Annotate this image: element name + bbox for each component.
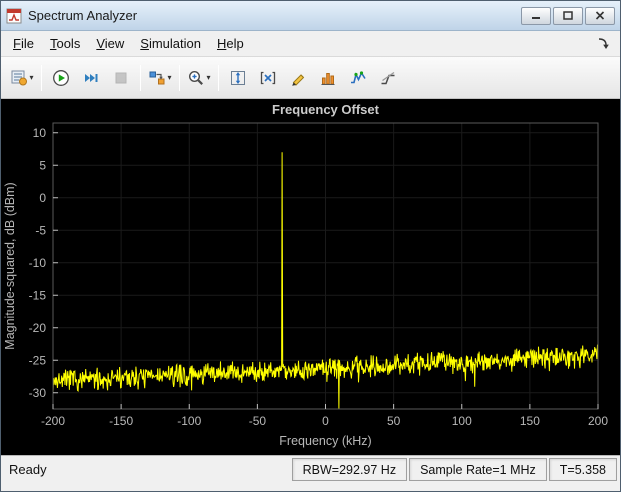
rbw-status: RBW=292.97 Hz [291,458,408,481]
distortion-measurements-button[interactable] [344,64,372,92]
window-frame-bottom [1,483,620,491]
svg-text:Frequency Offset: Frequency Offset [272,102,380,117]
stop-button[interactable] [107,64,135,92]
svg-text:5: 5 [39,158,46,172]
svg-text:0: 0 [322,414,329,428]
spectrum-plot[interactable]: -200 -150 -100 -50 0 50 100 150 2001050-5-10-15-… [1,99,620,455]
maximize-button[interactable] [553,6,583,25]
app-icon [6,8,22,23]
stop-icon [115,72,127,83]
time-status: T=5.358 [548,458,617,481]
dock-arrow-icon [598,38,609,49]
configuration-properties-icon [11,70,28,85]
toolbar: ▾ ▾ ▾ [1,57,620,99]
status-ready: Ready [9,462,47,477]
svg-text:-15: -15 [29,288,47,302]
zoom-button[interactable]: ▾ [185,64,213,92]
dropdown-arrow-icon: ▾ [167,73,172,82]
zoom-icon [189,70,204,85]
svg-text:50: 50 [387,414,401,428]
svg-text:-50: -50 [249,414,267,428]
svg-text:-20: -20 [29,321,47,335]
window-title: Spectrum Analyzer [28,8,138,23]
simulation-settings-icon [149,71,165,84]
run-button[interactable] [47,64,75,92]
signal-statistics-button[interactable] [284,64,312,92]
svg-text:-25: -25 [29,353,47,367]
svg-text:-5: -5 [35,223,46,237]
svg-text:150: 150 [520,414,540,428]
sample-rate-status: Sample Rate=1 MHz [409,458,547,481]
signal-statistics-icon [292,73,305,86]
menu-item-help[interactable]: Help [209,32,252,55]
run-icon [53,69,69,86]
svg-text:-100: -100 [177,414,201,428]
status-bar: Ready RBW=292.97 Hz Sample Rate=1 MHz T=… [1,455,620,483]
dropdown-arrow-icon: ▾ [206,73,211,82]
toolbar-separator [179,64,180,91]
step-forward-button[interactable] [77,64,105,92]
window-controls [519,6,615,25]
minimize-icon [532,17,540,19]
cursor-measurements-button[interactable] [254,64,282,92]
peak-finder-icon [321,72,335,85]
svg-text:-150: -150 [109,414,133,428]
svg-text:-200: -200 [41,414,65,428]
close-button[interactable] [585,6,615,25]
scale-axes-button[interactable] [224,64,252,92]
peak-finder-button[interactable] [314,64,342,92]
plot-area[interactable]: -200 -150 -100 -50 0 50 100 150 200 10 5 0 -5 -10 -15-… [1,99,620,455]
svg-text:-10: -10 [29,256,47,270]
close-icon [595,11,605,20]
menu-item-file[interactable]: File [5,32,42,55]
svg-text:Magnitude-squared, dB (dBm): Magnitude-squared, dB (dBm) [3,182,17,349]
cursor-measurements-icon [260,71,276,84]
svg-text:0: 0 [39,191,46,205]
dock-button[interactable] [594,34,616,53]
menu-bar: File Tools View Simulation Help [1,31,620,57]
menu-item-view[interactable]: View [88,32,132,55]
menu-item-simulation[interactable]: Simulation [132,32,209,55]
configuration-properties-button[interactable]: ▾ [8,64,36,92]
svg-text:100: 100 [452,414,472,428]
spectral-mask-button[interactable] [374,64,402,92]
simulation-settings-button[interactable]: ▾ [146,64,174,92]
title-bar: Spectrum Analyzer [1,1,620,31]
distortion-measurements-icon [351,70,366,83]
step-forward-icon [85,73,98,82]
toolbar-separator [41,64,42,91]
spectral-mask-icon [381,71,395,84]
maximize-icon [563,11,573,20]
menu-item-tools[interactable]: Tools [42,32,88,55]
svg-text:Frequency (kHz): Frequency (kHz) [279,434,371,448]
toolbar-separator [140,64,141,91]
dropdown-arrow-icon: ▾ [29,73,34,82]
toolbar-separator [218,64,219,91]
svg-text:10: 10 [33,126,47,140]
scale-axes-icon [231,70,245,85]
spectrum-analyzer-window: Spectrum Analyzer File Tools View Simulatio… [0,0,621,492]
menu-bar-items: File Tools View Simulation Help [5,32,252,55]
svg-text:200: 200 [588,414,608,428]
minimize-button[interactable] [521,6,551,25]
svg-text:-30: -30 [29,386,47,400]
